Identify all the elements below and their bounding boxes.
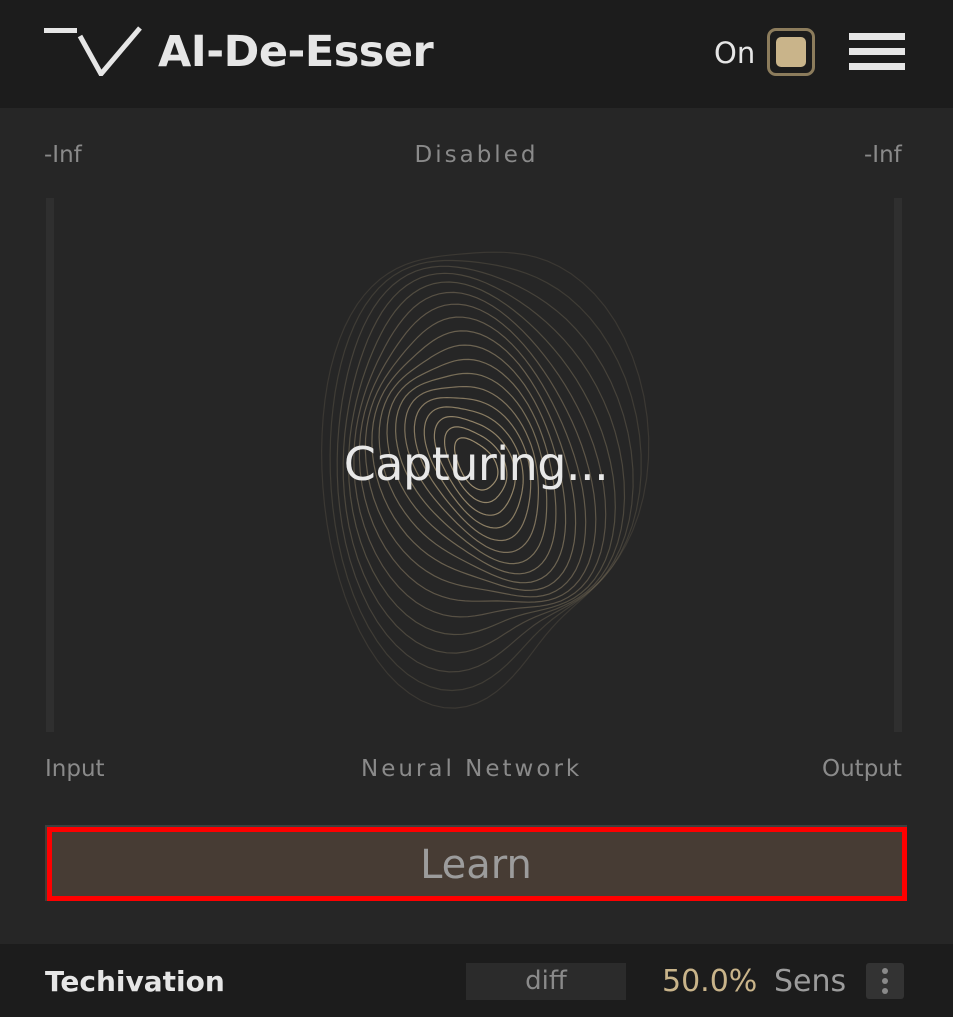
learn-button[interactable]: Learn [45,825,907,901]
neural-network-label: Neural Network [361,756,583,782]
brand-name: Techivation [45,965,225,998]
status-text: Disabled [414,142,539,168]
output-meter-value: -Inf [864,142,902,168]
input-meter-value: -Inf [44,142,82,168]
app-title: AI-De-Esser [158,27,434,77]
input-label: Input [45,756,105,782]
sensitivity-value[interactable]: 50.0% [662,963,757,1001]
power-toggle-indicator [776,37,806,67]
footer-bar: Techivation diff 50.0% Sens [0,944,953,1017]
power-label: On [714,36,756,70]
output-meter [894,198,902,732]
sensitivity-label: Sens [774,964,847,999]
output-label: Output [822,756,902,782]
kebab-menu-icon[interactable] [866,963,904,999]
techivation-logo-icon [44,26,142,76]
learn-button-label: Learn [420,842,532,888]
power-toggle[interactable] [767,28,815,76]
header-bar: AI-De-Esser On [0,0,953,108]
diff-button[interactable]: diff [466,963,626,1000]
input-meter [46,198,54,732]
capturing-status: Capturing... [343,437,609,491]
hamburger-menu-icon[interactable] [849,33,905,71]
